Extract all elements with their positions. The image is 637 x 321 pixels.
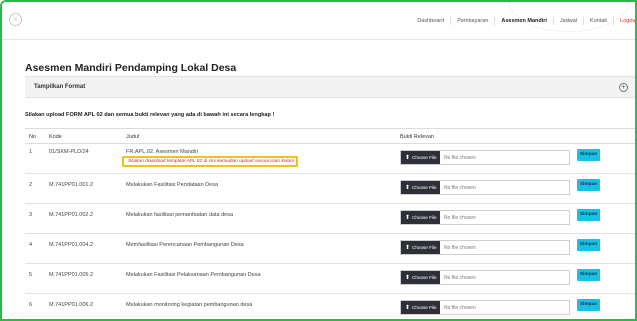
- top-navbar: × Dashboard Pembayaran Asesmen Mandiri J…: [2, 2, 635, 40]
- choose-file-button[interactable]: ⬆ Choose File: [401, 151, 440, 164]
- row-kode: M.741PP01.004.2: [49, 242, 94, 248]
- file-input[interactable]: ⬆ Choose File No file chosen: [400, 270, 570, 285]
- row-judul: FR.APL.02. Asesmen Mandiri: [126, 149, 199, 155]
- no-file-text: No file chosen: [444, 215, 476, 221]
- row-no: 3: [29, 212, 33, 218]
- format-label: Tampilkan Format: [34, 84, 86, 90]
- choose-file-label: Choose File: [412, 275, 437, 280]
- header-no: No: [29, 134, 37, 140]
- header-judul: Judul: [126, 134, 140, 140]
- no-file-text: No file chosen: [444, 185, 476, 191]
- row-kode: M.741PP01.002.2: [49, 212, 94, 218]
- table-row: 5 M.741PP01.005.2 Melakukan Fasilitasi P…: [25, 264, 635, 294]
- row-kode: M.741PP01.006.2: [49, 302, 94, 308]
- file-input[interactable]: ⬆ Choose File No file chosen: [400, 180, 570, 195]
- row-judul: Melakukan fasilitasi pemanfaatan data de…: [126, 212, 234, 218]
- choose-file-label: Choose File: [412, 155, 437, 160]
- row-no: 5: [29, 272, 33, 278]
- choose-file-button[interactable]: ⬆ Choose File: [401, 301, 440, 314]
- no-file-text: No file chosen: [444, 305, 476, 311]
- file-input[interactable]: ⬆ Choose File No file chosen: [400, 210, 570, 225]
- upload-instruction: Silakan upload FORM APL 02 dan semua buk…: [25, 112, 275, 118]
- upload-icon: ⬆: [405, 275, 411, 281]
- page-title: Asesmen Mandiri Pendamping Lokal Desa: [25, 62, 237, 74]
- table-header: No Kode Judul Bukti Relevan: [25, 129, 635, 144]
- app-frame: × Dashboard Pembayaran Asesmen Mandiri J…: [0, 0, 637, 321]
- file-input[interactable]: ⬆ Choose File No file chosen: [400, 240, 570, 255]
- row-no: 6: [29, 302, 33, 308]
- save-button[interactable]: Simpan: [577, 179, 600, 191]
- choose-file-button[interactable]: ⬆ Choose File: [401, 211, 440, 224]
- choose-file-button[interactable]: ⬆ Choose File: [401, 241, 440, 254]
- row-kode: 01/SKM-PLD/24: [49, 149, 89, 155]
- no-file-text: No file chosen: [444, 155, 476, 161]
- nav-asesmen-mandiri[interactable]: Asesmen Mandiri: [494, 17, 553, 25]
- file-input[interactable]: ⬆ Choose File No file chosen: [400, 150, 570, 165]
- nav-kontak[interactable]: Kontak: [583, 17, 613, 25]
- choose-file-label: Choose File: [412, 185, 437, 190]
- row-kode: M.741PP01.005.2: [49, 272, 94, 278]
- upload-icon: ⬆: [405, 215, 411, 221]
- header-kode: Kode: [49, 134, 62, 140]
- choose-file-label: Choose File: [412, 305, 437, 310]
- choose-file-label: Choose File: [412, 215, 437, 220]
- template-note-highlight: Silakan download template APL 02 di sini…: [122, 156, 298, 167]
- upload-icon: ⬆: [405, 185, 411, 191]
- row-no: 2: [29, 182, 33, 188]
- table-row: 6 M.741PP01.006.2 Melakukan monitoring k…: [25, 294, 635, 319]
- save-button[interactable]: Simpan: [577, 299, 600, 311]
- header-bukti-relevan: Bukti Relevan: [400, 134, 434, 140]
- file-input[interactable]: ⬆ Choose File No file chosen: [400, 300, 570, 315]
- choose-file-label: Choose File: [412, 245, 437, 250]
- download-template-link[interactable]: Silakan download template APL 02 di sini…: [128, 159, 294, 164]
- table-row: 1 01/SKM-PLD/24 FR.APL.02. Asesmen Mandi…: [25, 144, 635, 174]
- row-judul: Melakukan Fasilitasi Pendataan Desa: [126, 182, 219, 188]
- row-no: 4: [29, 242, 33, 248]
- header-decoration: [509, 2, 629, 32]
- row-no: 1: [29, 149, 33, 155]
- nav-links: Dashboard Pembayaran Asesmen Mandiri Jad…: [411, 17, 635, 25]
- row-judul: Melakukan Fasilitasi Pelaksanaan Pembang…: [126, 272, 261, 278]
- upload-icon: ⬆: [405, 245, 411, 251]
- choose-file-button[interactable]: ⬆ Choose File: [401, 181, 440, 194]
- row-judul: Memfasilitasi Perencanaan Pembangunan De…: [126, 242, 244, 248]
- no-file-text: No file chosen: [444, 275, 476, 281]
- upload-table: No Kode Judul Bukti Relevan 1 01/SKM-PLD…: [25, 128, 635, 319]
- save-button[interactable]: Simpan: [577, 209, 600, 221]
- format-toggle-bar[interactable]: Tampilkan Format +: [25, 76, 635, 98]
- row-kode: M.741PP01.001.2: [49, 182, 94, 188]
- choose-file-button[interactable]: ⬆ Choose File: [401, 271, 440, 284]
- upload-icon: ⬆: [405, 305, 411, 311]
- nav-logout[interactable]: Logout: [613, 17, 635, 25]
- save-button[interactable]: Simpan: [577, 149, 600, 161]
- save-button[interactable]: Simpan: [577, 269, 600, 281]
- table-row: 3 M.741PP01.002.2 Melakukan fasilitasi p…: [25, 204, 635, 234]
- table-row: 2 M.741PP01.001.2 Melakukan Fasilitasi P…: [25, 174, 635, 204]
- save-button[interactable]: Simpan: [577, 239, 600, 251]
- close-circle-icon[interactable]: ×: [9, 13, 22, 26]
- upload-icon: ⬆: [405, 155, 411, 161]
- nav-dashboard[interactable]: Dashboard: [411, 17, 450, 25]
- nav-pembayaran[interactable]: Pembayaran: [450, 17, 494, 25]
- table-row: 4 M.741PP01.004.2 Memfasilitasi Perencan…: [25, 234, 635, 264]
- plus-circle-icon[interactable]: +: [619, 83, 628, 92]
- row-judul: Melakukan monitoring kegiatan pembanguna…: [126, 302, 253, 308]
- no-file-text: No file chosen: [444, 245, 476, 251]
- nav-jadwal[interactable]: Jadwal: [552, 17, 583, 25]
